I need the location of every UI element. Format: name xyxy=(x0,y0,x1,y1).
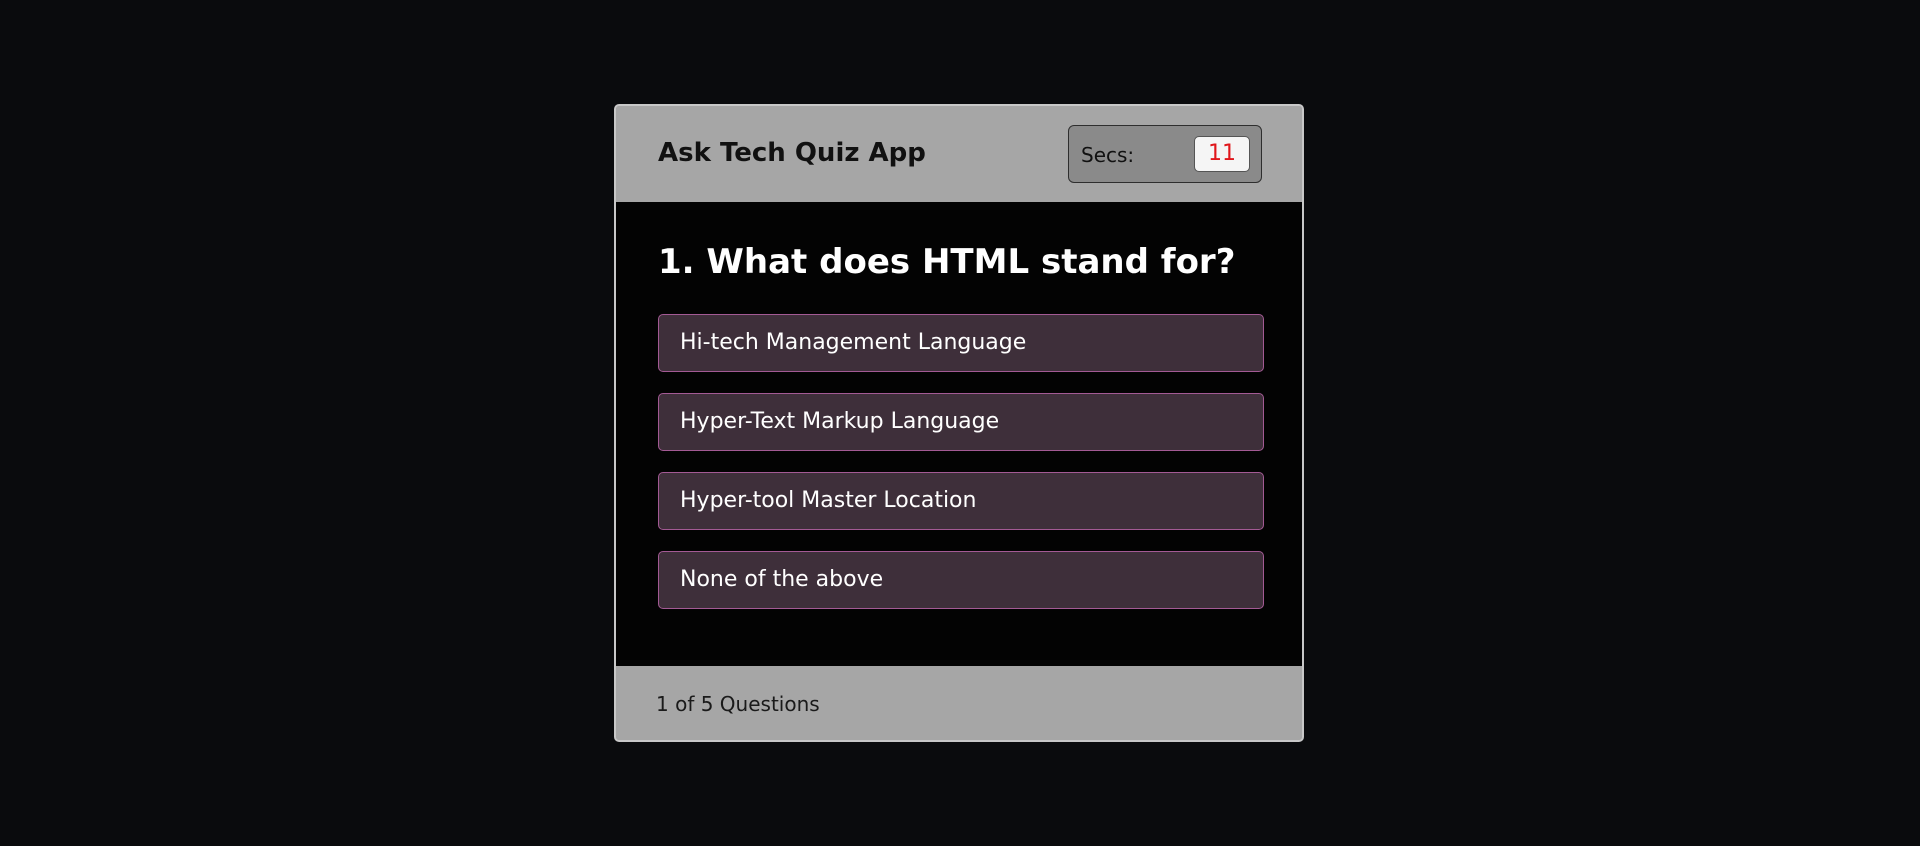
timer-label: Secs: xyxy=(1081,143,1135,167)
timer: Secs: 11 xyxy=(1068,125,1262,183)
quiz-body: 1. What does HTML stand for? Hi-tech Man… xyxy=(616,202,1302,666)
options-list: Hi-tech Management Language Hyper-Text M… xyxy=(658,314,1264,630)
app-title: Ask Tech Quiz App xyxy=(658,138,926,168)
quiz-box: Ask Tech Quiz App Secs: 11 1. What does … xyxy=(614,104,1304,742)
option-3[interactable]: Hyper-tool Master Location xyxy=(658,472,1264,530)
quiz-footer: 1 of 5 Questions xyxy=(616,666,1302,740)
option-2[interactable]: Hyper-Text Markup Language xyxy=(658,393,1264,451)
option-4[interactable]: None of the above xyxy=(658,551,1264,609)
question-text: 1. What does HTML stand for? xyxy=(658,242,1236,282)
timer-value: 11 xyxy=(1194,136,1250,172)
question-counter: 1 of 5 Questions xyxy=(656,692,820,716)
quiz-header: Ask Tech Quiz App Secs: 11 xyxy=(616,106,1302,202)
option-1[interactable]: Hi-tech Management Language xyxy=(658,314,1264,372)
